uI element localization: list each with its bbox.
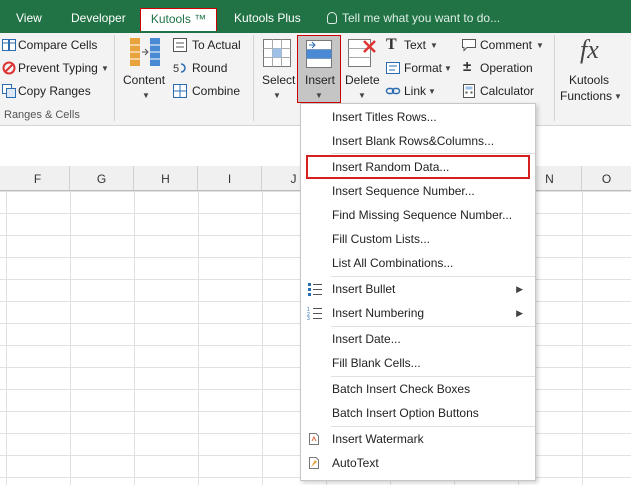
autotext-icon xyxy=(309,457,319,469)
menu-item-autotext[interactable]: AutoText xyxy=(301,452,535,474)
menu-item-insert-blank-rows-columns[interactable]: Insert Blank Rows&Columns... xyxy=(301,130,535,152)
round-icon: 5 xyxy=(173,63,186,75)
text-icon: T xyxy=(386,36,397,53)
chevron-down-icon: ▼ xyxy=(315,91,323,100)
column-header-f[interactable]: F xyxy=(6,166,70,190)
prevent-typing-button[interactable]: Prevent Typing xyxy=(18,61,98,75)
link-button[interactable]: Link xyxy=(404,84,426,98)
select-icon xyxy=(263,39,291,67)
tab-kutools[interactable]: Kutools ™ xyxy=(140,8,217,31)
menu-item-list-all-combinations[interactable]: List All Combinations... xyxy=(301,252,535,274)
chevron-down-icon: ▼ xyxy=(358,91,366,100)
insert-label: Insert xyxy=(305,73,336,87)
select-button[interactable]: Select xyxy=(262,73,295,87)
menu-item-insert-date[interactable]: Insert Date... xyxy=(301,328,535,350)
chevron-down-icon: ▼ xyxy=(430,41,438,50)
menu-item-batch-insert-option-buttons[interactable]: Batch Insert Option Buttons xyxy=(301,402,535,424)
tell-me-text: Tell me what you want to do... xyxy=(342,11,501,25)
chevron-down-icon: ▼ xyxy=(444,64,452,73)
menu-item-find-missing-sequence-number[interactable]: Find Missing Sequence Number... xyxy=(301,204,535,226)
divider xyxy=(554,35,555,121)
delete-button[interactable]: Delete xyxy=(345,73,380,87)
menu-item-insert-titles-rows[interactable]: Insert Titles Rows... xyxy=(301,106,535,128)
chevron-right-icon: ▶ xyxy=(516,308,523,318)
column-header-o[interactable]: O xyxy=(582,166,631,190)
menu-separator xyxy=(331,153,535,154)
menu-separator xyxy=(331,376,535,377)
calculator-button[interactable]: Calculator xyxy=(480,84,534,98)
menu-item-fill-blank-cells[interactable]: Fill Blank Cells... xyxy=(301,352,535,374)
chevron-down-icon: ▼ xyxy=(101,64,109,73)
menu-separator xyxy=(331,276,535,277)
compare-cells-button[interactable]: Compare Cells xyxy=(18,38,97,52)
tab-developer[interactable]: Developer xyxy=(71,0,126,33)
kutools-functions-label-2[interactable]: Functions xyxy=(560,89,612,103)
combine-icon xyxy=(173,84,187,98)
insert-icon xyxy=(306,40,332,68)
highlight-box xyxy=(306,155,530,179)
column-header-i[interactable]: I xyxy=(198,166,262,190)
link-icon xyxy=(385,87,401,95)
delete-icon xyxy=(348,39,376,67)
calculator-icon xyxy=(463,84,475,98)
menu-separator xyxy=(331,426,535,427)
kutools-functions-label-1[interactable]: Kutools xyxy=(569,73,609,87)
content-button[interactable]: Content xyxy=(123,73,165,87)
lightbulb-icon xyxy=(327,12,337,24)
chevron-down-icon: ▼ xyxy=(273,91,281,100)
fx-icon: fx xyxy=(580,35,599,64)
combine-button[interactable]: Combine xyxy=(192,84,240,98)
copy-ranges-icon xyxy=(2,84,16,98)
svg-text:3: 3 xyxy=(307,316,310,320)
to-actual-button[interactable]: To Actual xyxy=(192,38,241,52)
tell-me-search[interactable]: Tell me what you want to do... xyxy=(327,0,500,33)
chevron-down-icon: ▼ xyxy=(536,41,544,50)
insert-dropdown-menu: Insert Titles Rows... Insert Blank Rows&… xyxy=(300,103,536,481)
column-header-g[interactable]: G xyxy=(70,166,134,190)
column-header-h[interactable]: H xyxy=(134,166,198,190)
operation-button[interactable]: Operation xyxy=(480,61,533,75)
menu-item-insert-bullet[interactable]: Insert Bullet ▶ xyxy=(301,278,535,300)
menu-item-insert-watermark[interactable]: Insert Watermark xyxy=(301,428,535,450)
format-icon xyxy=(386,62,400,74)
menu-item-insert-numbering[interactable]: 1 2 3 Insert Numbering ▶ xyxy=(301,302,535,324)
to-actual-icon xyxy=(173,38,187,52)
divider xyxy=(253,35,254,121)
menu-item-fill-custom-lists[interactable]: Fill Custom Lists... xyxy=(301,228,535,250)
prevent-typing-icon xyxy=(2,61,16,75)
insert-button[interactable]: Insert ▼ xyxy=(297,35,341,103)
bullet-list-icon xyxy=(308,283,322,296)
tab-view[interactable]: View xyxy=(16,0,42,33)
menu-separator xyxy=(331,326,535,327)
chevron-down-icon: ▼ xyxy=(428,87,436,96)
round-button[interactable]: Round xyxy=(192,61,227,75)
text-button[interactable]: Text xyxy=(404,38,426,52)
content-icon xyxy=(130,38,160,66)
group-label-ranges-cells: Ranges & Cells xyxy=(4,109,80,121)
chevron-down-icon: ▼ xyxy=(614,92,622,101)
chevron-down-icon: ▼ xyxy=(142,91,150,100)
divider xyxy=(114,35,115,121)
compare-cells-icon xyxy=(2,39,16,51)
copy-ranges-button[interactable]: Copy Ranges xyxy=(18,84,91,98)
comment-icon xyxy=(462,39,476,52)
chevron-right-icon: ▶ xyxy=(516,284,523,294)
menu-item-insert-sequence-number[interactable]: Insert Sequence Number... xyxy=(301,180,535,202)
comment-button[interactable]: Comment xyxy=(480,38,532,52)
format-button[interactable]: Format xyxy=(404,61,442,75)
operation-icon: ± xyxy=(463,58,472,75)
tab-kutools-plus[interactable]: Kutools Plus xyxy=(234,0,301,33)
watermark-icon xyxy=(309,433,319,445)
menu-item-batch-insert-check-boxes[interactable]: Batch Insert Check Boxes xyxy=(301,378,535,400)
ribbon-tab-bar: View Developer Kutools ™ Kutools Plus Te… xyxy=(0,0,631,33)
svg-text:5: 5 xyxy=(173,63,179,75)
numbered-list-icon: 1 2 3 xyxy=(307,307,322,320)
